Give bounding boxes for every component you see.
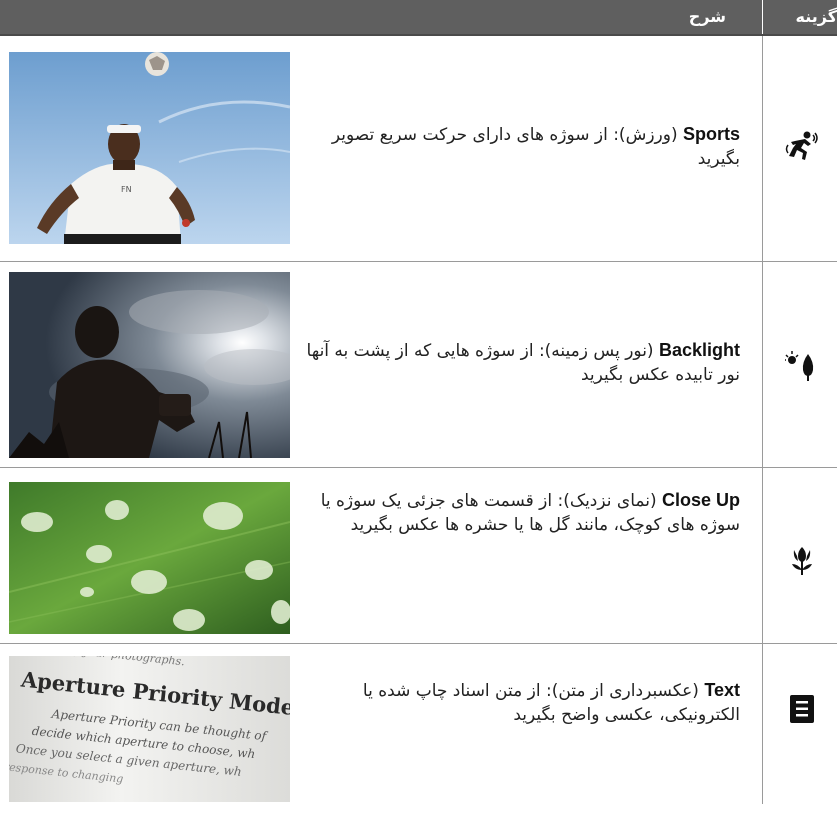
description-column-header: شرح [688,7,726,26]
column-divider [762,36,763,262]
sports-description: Sports (ورزش): از سوژه های دارای حرکت سر… [331,124,740,169]
backlight-description: Backlight (نور پس زمینه): از سوژه هایی ک… [306,340,740,385]
sports-mode-icon [785,131,818,160]
column-divider [762,468,763,644]
backlight-mode-icon [785,351,814,381]
option-column-header: گزینه [795,7,837,26]
sports-photo: FN [9,52,290,244]
table-row-close-up: Close Up (نمای نزدیک): از قسمت های جزئی … [0,468,837,644]
close-up-description: Close Up (نمای نزدیک): از قسمت های جزئی … [320,490,740,535]
table-row-text: of your photographs. Aperture Priority M… [0,644,837,804]
close-up-mode-icon [792,547,812,575]
table-header: شرح گزینه [0,0,837,36]
table-row-backlight: Backlight (نور پس زمینه): از سوژه هایی ک… [0,262,837,468]
svg-text:FN: FN [121,185,132,194]
text-description: Text (عکسبرداری از متن): از متن اسناد چا… [362,680,740,725]
backlight-photo [9,272,290,458]
column-divider [762,262,763,468]
table-row-sports: FN Sports (ورزش): از سوژه های دارای حرکت… [0,36,837,262]
column-divider [762,644,763,804]
text-mode-icon [790,695,814,723]
close-up-photo [9,482,290,634]
text-photo: of your photographs. Aperture Priority M… [9,656,290,802]
